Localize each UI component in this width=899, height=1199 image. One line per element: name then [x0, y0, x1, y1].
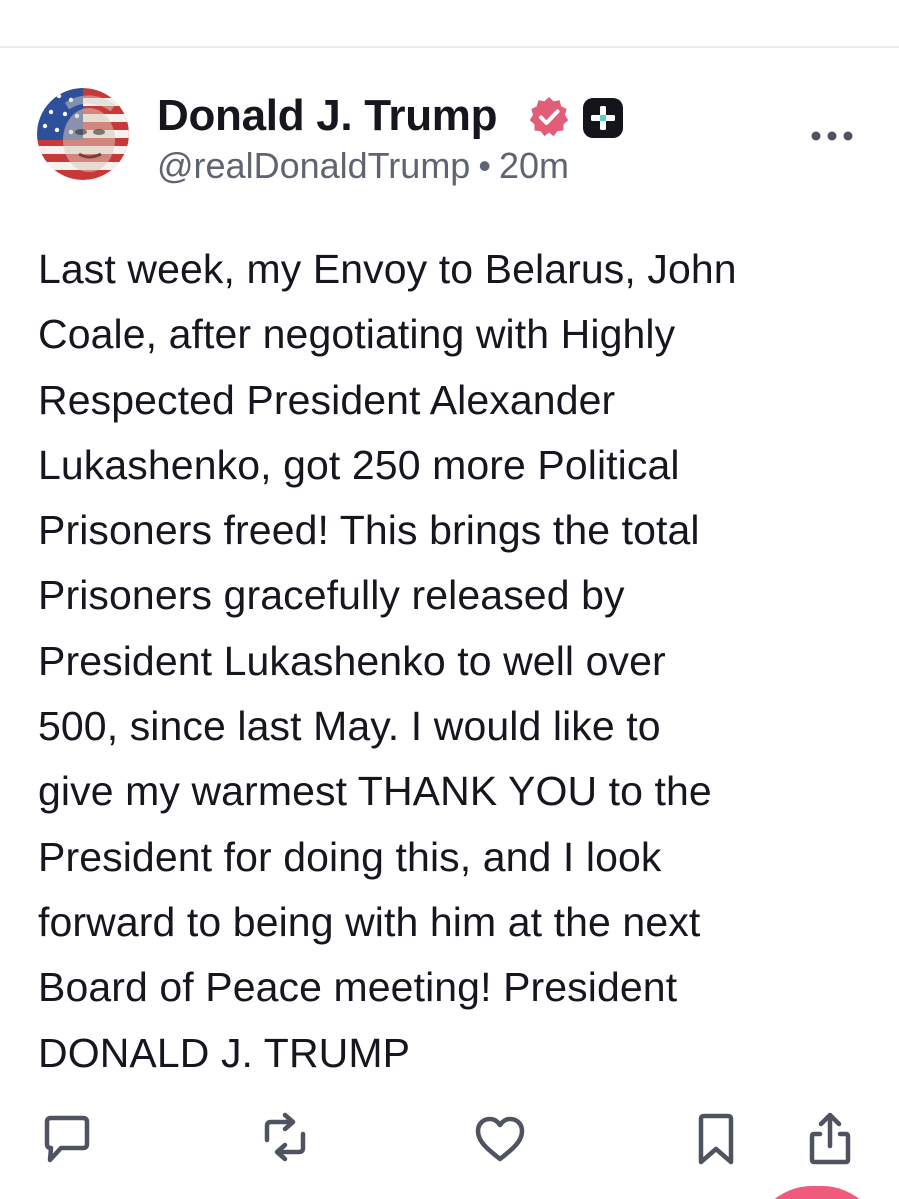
- more-options-button[interactable]: [803, 118, 861, 154]
- bookmark-button[interactable]: [686, 1110, 746, 1170]
- ellipsis-icon: [811, 131, 853, 141]
- heart-icon: [475, 1116, 525, 1162]
- share-button[interactable]: [800, 1110, 860, 1170]
- post-action-bar: [0, 1110, 899, 1180]
- repost-button[interactable]: [255, 1110, 315, 1170]
- post-timestamp[interactable]: 20m: [499, 145, 569, 186]
- author-display-name[interactable]: Donald J. Trump: [157, 88, 498, 144]
- reply-icon: [44, 1115, 90, 1163]
- avatar[interactable]: [37, 88, 129, 180]
- plus-badge-icon: [582, 97, 624, 139]
- author-handle[interactable]: @realDonaldTrump: [157, 145, 470, 186]
- handle-line: @realDonaldTrump • 20m: [157, 142, 569, 190]
- bookmark-icon: [698, 1113, 734, 1165]
- share-icon: [809, 1112, 851, 1165]
- top-divider: [0, 46, 899, 48]
- floating-action-button[interactable]: [752, 1186, 882, 1199]
- separator-dot: •: [478, 145, 491, 186]
- verified-badge-icon: [527, 95, 571, 139]
- post-body-text: Last week, my Envoy to Belarus, John Coa…: [38, 246, 737, 1076]
- repost-icon: [264, 1112, 306, 1162]
- post-screen: Donald J. Trump @realDonaldTrump • 20m Las…: [0, 0, 899, 1199]
- like-button[interactable]: [470, 1110, 530, 1170]
- reply-button[interactable]: [37, 1110, 97, 1170]
